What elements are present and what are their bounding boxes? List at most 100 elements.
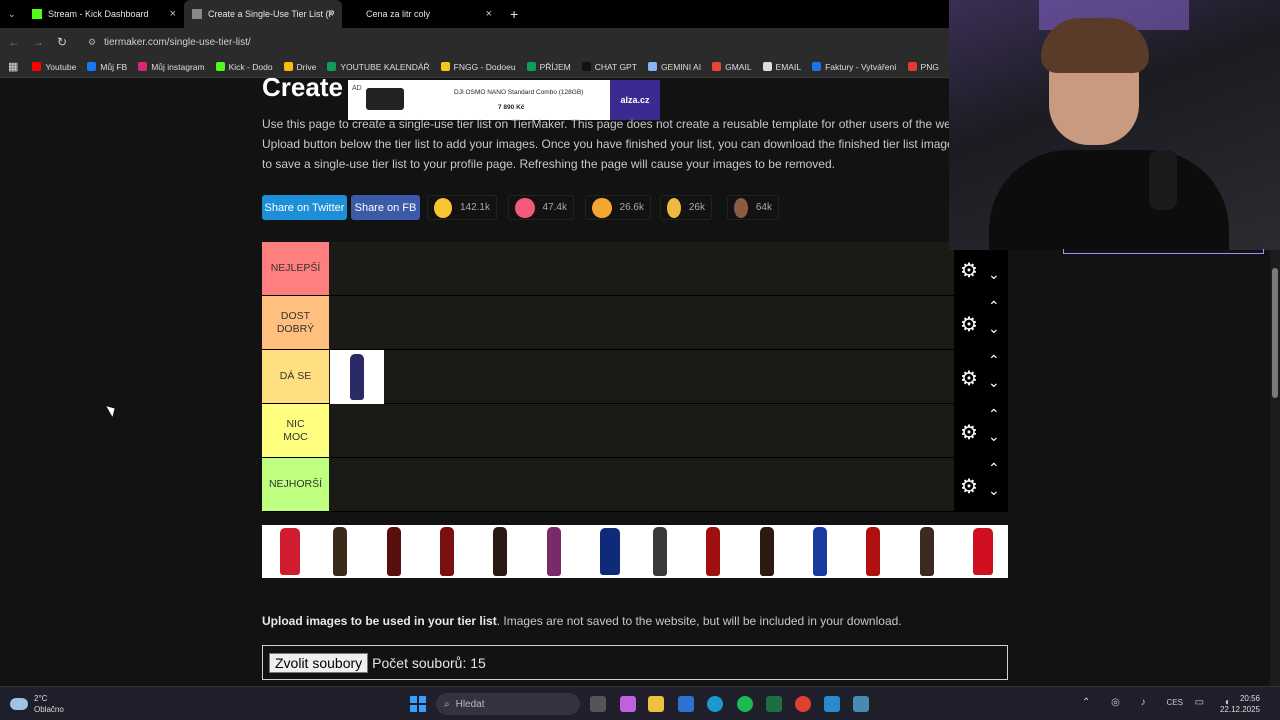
reload-icon[interactable]: ↻ bbox=[50, 35, 74, 49]
calculator-icon[interactable] bbox=[853, 696, 869, 712]
bookmark-label: PNG bbox=[920, 61, 939, 72]
pool-item[interactable] bbox=[919, 527, 934, 576]
image-pool[interactable] bbox=[262, 525, 1008, 578]
file-input[interactable]: Zvolit soubory Počet souborů: 15 bbox=[262, 645, 1008, 680]
windows-start-icon[interactable] bbox=[410, 696, 426, 712]
ad-label: AD bbox=[352, 85, 362, 92]
address-bar[interactable]: ⚙ tiermaker.com/single-use-tier-list/ bbox=[84, 31, 954, 53]
chevron-down-icon[interactable]: ⌄ bbox=[988, 428, 1000, 445]
bookmark-email[interactable]: EMAIL bbox=[762, 62, 801, 72]
pool-item[interactable] bbox=[333, 527, 348, 576]
bookmark-youtube-kalend-[interactable]: YOUTUBE KALENDÁŘ bbox=[327, 62, 430, 72]
scrollbar-thumb[interactable] bbox=[1272, 268, 1278, 398]
outlook-icon[interactable] bbox=[678, 696, 694, 712]
tier-row[interactable]: DOST DOBRÝ ⚙ ⌃ ⌄ bbox=[262, 296, 1008, 350]
reaction-pray[interactable]: 26k bbox=[660, 195, 712, 220]
bookmark-youtube[interactable]: Youtube bbox=[32, 62, 76, 72]
chevron-down-icon[interactable]: ⌄ bbox=[988, 266, 1000, 283]
bookmark-fngg-dodoeu[interactable]: FNGG - Dodoeu bbox=[440, 62, 516, 72]
pool-item[interactable] bbox=[706, 527, 721, 576]
tier-label[interactable]: NEJHORŠÍ bbox=[262, 458, 329, 511]
bookmark-png[interactable]: PNG bbox=[907, 61, 939, 72]
gear-icon[interactable]: ⚙ bbox=[960, 420, 978, 445]
close-icon[interactable]: × bbox=[486, 8, 492, 20]
tab-tiermaker[interactable]: Create a Single-Use Tier List (P... × bbox=[184, 0, 342, 28]
close-icon[interactable]: × bbox=[170, 8, 176, 20]
copilot-icon[interactable] bbox=[620, 696, 636, 712]
tier-row[interactable]: NEJHORŠÍ ⚙ ⌃ ⌄ bbox=[262, 458, 1008, 512]
tier-row[interactable]: NEJLEPŠÍ ⚙ ⌃ ⌄ bbox=[262, 242, 1008, 296]
bookmark-label: GEMINI AI bbox=[660, 61, 702, 72]
reaction-poop[interactable]: 64k bbox=[727, 195, 779, 220]
chevron-up-icon[interactable]: ⌃ bbox=[988, 352, 1000, 369]
bookmark-gemini-ai[interactable]: GEMINI AI bbox=[647, 61, 702, 72]
apps-icon[interactable]: ▦ bbox=[8, 60, 18, 73]
system-tray-icons[interactable]: ⌃ ◎ ♪ CES ▭ ◐ bbox=[1082, 697, 1240, 708]
reaction-laugh[interactable]: 26.6k bbox=[585, 195, 651, 220]
reaction-grin[interactable]: 142.1k bbox=[427, 195, 497, 220]
pool-item[interactable] bbox=[546, 527, 561, 576]
taskbar-search[interactable]: ⌕ Hledat bbox=[436, 693, 580, 715]
task-view-icon[interactable] bbox=[590, 696, 606, 712]
tab-cena-coly[interactable]: Cena za litr coly × bbox=[350, 0, 500, 28]
tier-label[interactable]: DÁ SE bbox=[262, 350, 329, 403]
share-fb-button[interactable]: Share on FB bbox=[351, 195, 420, 220]
site-info-icon[interactable]: ⚙ bbox=[88, 37, 96, 48]
pool-item[interactable] bbox=[759, 527, 774, 576]
chrome-icon[interactable] bbox=[795, 696, 811, 712]
pool-item[interactable] bbox=[813, 527, 827, 576]
bookmark-p-jem[interactable]: PŘÍJEM bbox=[526, 62, 571, 72]
pool-item[interactable] bbox=[280, 528, 300, 575]
new-tab-button[interactable]: + bbox=[502, 0, 526, 28]
pool-item[interactable] bbox=[439, 527, 454, 576]
language-indicator[interactable]: CES bbox=[1166, 698, 1182, 707]
tier-row[interactable]: DÁ SE ⚙ ⌃ ⌄ bbox=[262, 350, 1008, 404]
choose-files-button[interactable]: Zvolit soubory bbox=[269, 652, 369, 673]
pool-item[interactable] bbox=[599, 528, 620, 575]
clock[interactable]: 20:56 22.12.2025 bbox=[1220, 693, 1260, 715]
photos-icon[interactable] bbox=[824, 696, 840, 712]
pool-item[interactable] bbox=[653, 527, 668, 576]
tier-item[interactable] bbox=[330, 350, 384, 404]
tier-row[interactable]: NIC MOC ⚙ ⌃ ⌄ bbox=[262, 404, 1008, 458]
share-twitter-button[interactable]: Share on Twitter bbox=[262, 195, 347, 220]
bookmark-drive[interactable]: Drive bbox=[283, 62, 316, 72]
heart-eyes-icon bbox=[515, 197, 535, 218]
weather-widget[interactable]: 2°C Oblačno bbox=[10, 693, 64, 715]
back-icon[interactable]: ← bbox=[2, 35, 26, 49]
chevron-up-icon[interactable]: ⌃ bbox=[988, 298, 1000, 315]
spotify-icon[interactable] bbox=[737, 696, 753, 712]
pool-item[interactable] bbox=[972, 528, 993, 575]
pool-item[interactable] bbox=[866, 527, 881, 576]
gear-icon[interactable]: ⚙ bbox=[960, 474, 978, 499]
gear-icon[interactable]: ⚙ bbox=[960, 366, 978, 391]
close-icon[interactable]: × bbox=[328, 8, 334, 20]
gear-icon[interactable]: ⚙ bbox=[960, 312, 978, 337]
tier-label[interactable]: NIC MOC bbox=[262, 404, 329, 457]
edge-icon[interactable] bbox=[707, 696, 723, 712]
intro-line: Upload button below the tier list to add… bbox=[262, 137, 996, 151]
search-placeholder: Hledat bbox=[455, 698, 485, 710]
reaction-heart-eyes[interactable]: 47.4k bbox=[508, 195, 574, 220]
tier-label[interactable]: NEJLEPŠÍ bbox=[262, 242, 329, 295]
pool-item[interactable] bbox=[386, 527, 401, 576]
chevron-up-icon[interactable]: ⌃ bbox=[988, 406, 1000, 423]
bookmark-faktury-vytv-en-[interactable]: Faktury - Vytváření bbox=[812, 62, 897, 72]
bookmark-kick-dodo[interactable]: Kick - Dodo bbox=[215, 62, 273, 72]
chevron-up-icon[interactable]: ⌃ bbox=[988, 460, 1000, 477]
bookmark-m-j-fb[interactable]: Můj FB bbox=[87, 62, 127, 72]
bookmark-chat-gpt[interactable]: CHAT GPT bbox=[581, 62, 637, 72]
tier-label[interactable]: DOST DOBRÝ bbox=[262, 296, 329, 349]
bookmark-m-j-instagram[interactable]: Můj instagram bbox=[138, 62, 205, 72]
file-explorer-icon[interactable] bbox=[648, 696, 664, 712]
excel-icon[interactable] bbox=[766, 696, 782, 712]
chevron-down-icon[interactable]: ⌄ bbox=[988, 482, 1000, 499]
tab-kick-dashboard[interactable]: Stream - Kick Dashboard × bbox=[24, 0, 184, 28]
pool-item[interactable] bbox=[493, 527, 508, 576]
gear-icon[interactable]: ⚙ bbox=[960, 258, 978, 283]
tab-list-button[interactable]: ⌄ bbox=[0, 0, 24, 28]
chevron-down-icon[interactable]: ⌄ bbox=[988, 320, 1000, 337]
bookmark-gmail[interactable]: GMAIL bbox=[712, 62, 752, 72]
chevron-down-icon[interactable]: ⌄ bbox=[988, 374, 1000, 391]
forward-icon[interactable]: → bbox=[26, 35, 50, 49]
